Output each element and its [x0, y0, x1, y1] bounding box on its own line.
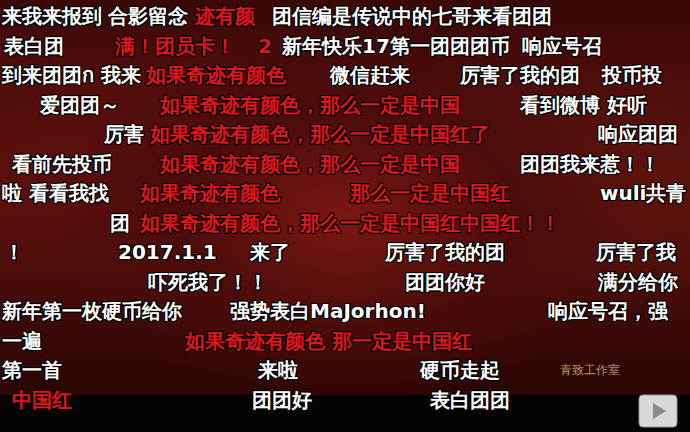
danmaku-comment: 如果奇迹有颜色	[146, 63, 286, 87]
danmaku-comment: 如果奇迹有颜色，那么一定是中国	[160, 93, 460, 117]
danmaku-comment: 硬币走起	[420, 358, 500, 382]
danmaku-lane: 厉害如果奇迹有颜色，那么一定是中国红了 响应团团	[0, 120, 690, 150]
danmaku-comment: 厉害了我的团	[460, 63, 580, 87]
danmaku-lane: 来我来报到合影留念迹有颜团信编是传说中的七哥来看团团	[0, 2, 690, 32]
danmaku-comment: 2017.1.1	[118, 240, 217, 264]
danmaku-comment: 强势表白MaJorhon!	[230, 299, 426, 323]
danmaku-comment: 看前先投币	[12, 152, 112, 176]
danmaku-comment: 如果奇迹有颜色，那么一定是中国红中国红！！	[140, 211, 560, 235]
danmaku-comment: 如果奇迹有颜色	[140, 181, 280, 205]
danmaku-comment: 响应团团	[598, 122, 678, 146]
danmaku-comment: 厉害了我的团	[385, 240, 505, 264]
danmaku-comment: 2	[258, 34, 272, 58]
danmaku-comment: 厉害了我	[596, 240, 676, 264]
danmaku-comment: 那么一定是中国红	[350, 181, 510, 205]
danmaku-comment: 第一首	[2, 358, 62, 382]
danmaku-comment: 响应号召	[522, 34, 602, 58]
watermark: 青致工作室	[560, 362, 620, 379]
danmaku-comment: 爱团团～	[40, 93, 120, 117]
danmaku-comment: 中国红	[12, 388, 72, 412]
danmaku-comment: 吓死我了！！	[148, 270, 268, 294]
danmaku-lane: 团如果奇迹有颜色，那么一定是中国红中国红！！	[0, 209, 690, 239]
danmaku-comment: 微信赶来	[330, 63, 410, 87]
danmaku-comment: 如果奇迹有颜色，那么一定是中国	[160, 152, 460, 176]
danmaku-comment: 啦 看看我找	[2, 181, 109, 205]
danmaku-comment: 看到微博 好听	[520, 93, 647, 117]
danmaku-lane: 吓死我了！！ 团团你好 满分给你	[0, 268, 690, 298]
play-button[interactable]	[638, 394, 678, 428]
danmaku-comment: 如果奇迹有颜色，那么一定是中国红了	[150, 122, 490, 146]
danmaku-layer: 来我来报到合影留念迹有颜团信编是传说中的七哥来看团团表白团满！团员卡！2新年快乐…	[0, 2, 690, 415]
danmaku-comment: 到来团团ก 我来	[2, 63, 141, 87]
danmaku-comment: 如果奇迹有颜色 那一定是中国红	[185, 329, 472, 353]
danmaku-lane: 表白团 满！团员卡！ 2 新年快乐17第一团团团币响应号召	[0, 32, 690, 62]
danmaku-comment: 投币投	[602, 63, 662, 87]
danmaku-comment: 来我来报到	[2, 4, 102, 28]
danmaku-comment: 新年快乐17第一团团团币	[282, 34, 510, 58]
play-icon	[638, 394, 678, 428]
danmaku-lane: 新年第一枚硬币给你 强势表白MaJorhon! 响应号召，强	[0, 297, 690, 327]
danmaku-lane: 中国红 团团好 表白团团	[0, 386, 690, 416]
danmaku-comment: 团信编是传说中的七哥来看团团	[272, 4, 552, 28]
danmaku-comment: 表白团	[4, 34, 64, 58]
danmaku-lane: 看前先投币 如果奇迹有颜色，那么一定是中国 团团我来惹！！	[0, 150, 690, 180]
danmaku-lane: 一遍 如果奇迹有颜色 那一定是中国红	[0, 327, 690, 357]
danmaku-lane: 啦 看看我找 如果奇迹有颜色 那么一定是中国红 wuli共青	[0, 179, 690, 209]
danmaku-comment: 迹有颜	[195, 4, 255, 28]
danmaku-comment: 来了	[250, 240, 290, 264]
danmaku-lane: 到来团团ก 我来如果奇迹有颜色 微信赶来 厉害了我的团投币投	[0, 61, 690, 91]
danmaku-comment: 团	[110, 211, 130, 235]
danmaku-comment: ！	[4, 240, 24, 264]
danmaku-comment: 响应号召，强	[548, 299, 668, 323]
danmaku-comment: 团团好	[252, 388, 312, 412]
danmaku-comment: 来啦	[258, 358, 298, 382]
danmaku-comment: 表白团团	[430, 388, 510, 412]
danmaku-lane: ！ 2017.1.1 来了 厉害了我的团 厉害了我	[0, 238, 690, 268]
video-player[interactable]: 来我来报到合影留念迹有颜团信编是传说中的七哥来看团团表白团满！团员卡！2新年快乐…	[0, 0, 690, 432]
video-bottom	[0, 395, 690, 432]
danmaku-comment: 满！团员卡！	[115, 34, 235, 58]
danmaku-comment: 合影留念	[108, 4, 188, 28]
danmaku-comment: 团团我来惹！！	[520, 152, 660, 176]
danmaku-comment: 团团你好	[405, 270, 485, 294]
danmaku-comment: 满分给你	[598, 270, 678, 294]
danmaku-comment: 一遍	[2, 329, 42, 353]
danmaku-comment: 新年第一枚硬币给你	[2, 299, 182, 323]
danmaku-lane: 爱团团～ 如果奇迹有颜色，那么一定是中国 看到微博 好听	[0, 91, 690, 121]
danmaku-comment: 厉害	[104, 122, 144, 146]
danmaku-comment: wuli共青	[600, 181, 686, 205]
